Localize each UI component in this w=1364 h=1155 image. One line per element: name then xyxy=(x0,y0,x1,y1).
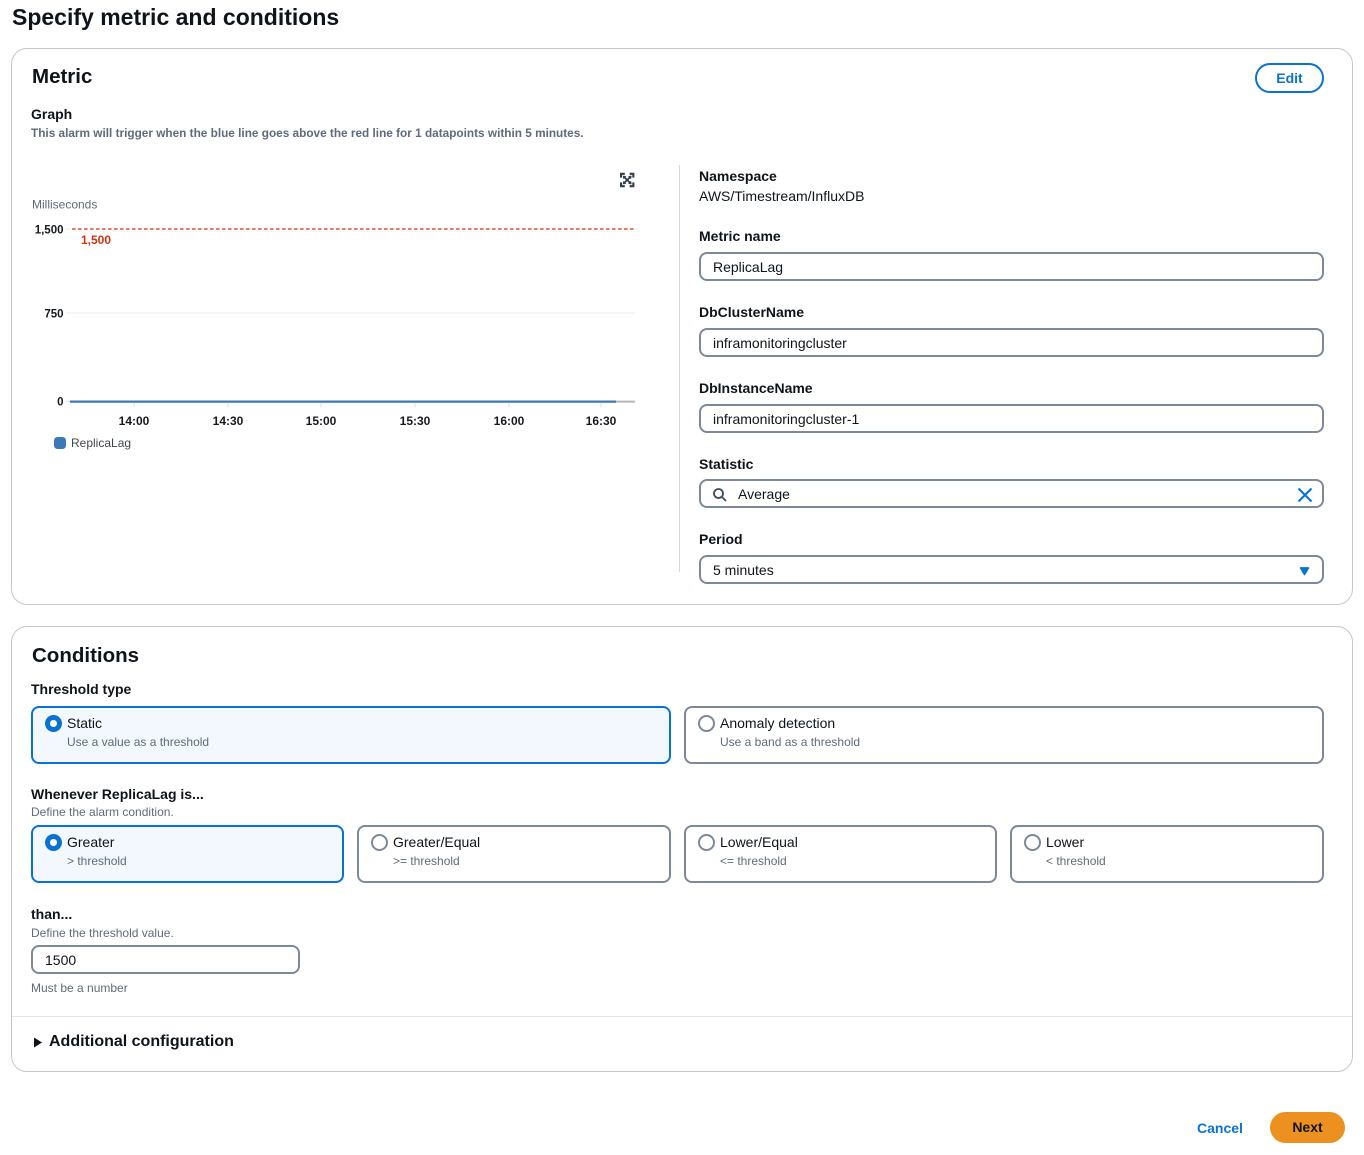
svg-text:14:00: 14:00 xyxy=(119,414,150,428)
svg-text:ReplicaLag: ReplicaLag xyxy=(71,436,131,450)
svg-text:Milliseconds: Milliseconds xyxy=(32,198,97,212)
svg-text:15:30: 15:30 xyxy=(400,414,431,428)
svg-text:750: 750 xyxy=(44,309,63,321)
svg-text:16:30: 16:30 xyxy=(586,414,617,428)
svg-text:1,500: 1,500 xyxy=(81,233,111,247)
svg-text:1,500: 1,500 xyxy=(35,225,64,237)
svg-text:16:00: 16:00 xyxy=(494,414,525,428)
svg-text:14:30: 14:30 xyxy=(213,414,244,428)
svg-text:15:00: 15:00 xyxy=(306,414,337,428)
svg-text:0: 0 xyxy=(57,397,63,409)
